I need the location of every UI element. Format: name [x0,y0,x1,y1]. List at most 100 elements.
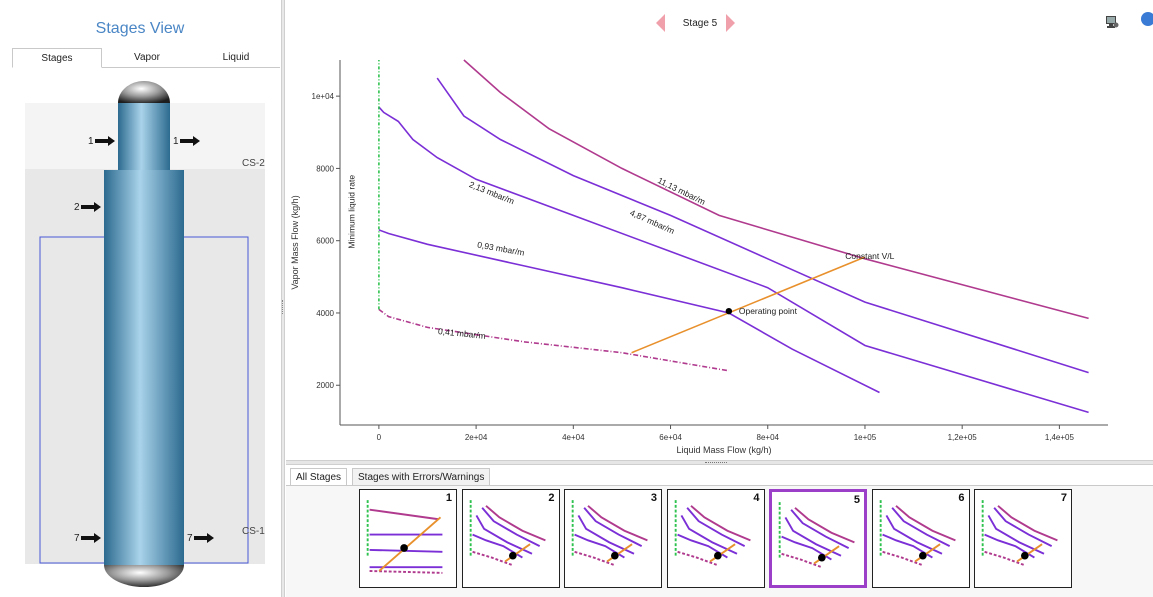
x-tick-label: 1e+05 [854,433,877,442]
thumbnail-series-line [685,507,745,547]
y-axis-label: Vapor Mass Flow (kg/h) [290,195,300,289]
thumbnail-series-line [574,550,616,567]
operating-point-marker [725,307,733,315]
thumbnail-series-line [369,570,443,574]
triangle-right-icon[interactable] [726,14,735,32]
column-bottom-cap [104,565,184,587]
thumbnail-chart [571,500,648,567]
tab-liquid[interactable]: Liquid [192,48,280,68]
series-line-1 [436,77,1089,374]
thumbnail-operating-point [918,551,927,560]
stage-thumbnail-2[interactable]: 2 [461,489,560,588]
monitor-settings-icon[interactable] [1105,15,1119,29]
thumbnail-chart [366,500,443,574]
stages-view-panel: Stages View Stages Vapor Liquid CS-2 CS-… [0,0,280,597]
panel-title: Stages View [95,20,185,37]
series-line-6 [631,256,866,354]
column-bottom-section[interactable] [104,170,184,565]
x-tick-label: 2e+04 [465,433,488,442]
triangle-left-icon[interactable] [656,14,665,32]
x-tick-label: 4e+04 [562,433,585,442]
series-label-1: 4,87 mbar/m [628,207,676,236]
stage-thumbnail-7[interactable]: 7 [974,489,1072,588]
x-tick-label: 1,2e+05 [948,433,978,442]
thumbnail-series-line [890,507,950,547]
stage-thumbnail-5[interactable]: 5 [769,489,867,588]
thumbnail-stage-number: 4 [753,492,760,504]
thumbnail-operating-point [818,553,826,562]
series-line-0 [463,59,1089,320]
stream-label: 1 [173,136,179,147]
x-tick-label: 0 [377,433,382,442]
thumbnail-stage-number: 1 [445,492,452,504]
thumbnail-stage-number: 2 [548,492,555,504]
thumbnail-series-line [790,509,850,549]
section-label-cs1: CS-1 [242,526,265,537]
thumbnail-series-line [471,550,513,567]
thumbnail-stage-number: 5 [853,494,860,506]
thumbnail-stage-number: 7 [1060,492,1067,504]
series-label-0: 11,13 mbar/m [656,175,707,207]
thumbnail-operating-point [400,544,408,552]
x-axis-label: Liquid Mass Flow (kg/h) [676,445,771,455]
thumbnail-series-line [881,550,923,567]
series-line-2 [378,106,1089,414]
series-line-3 [378,229,880,394]
left-tab-bar: Stages Vapor Liquid [12,48,280,68]
info-icon[interactable] [1141,12,1153,26]
thumbnail-operating-point [508,551,517,560]
stages-thumbnail-panel: All Stages Stages with Errors/Warnings 1… [286,466,1153,597]
thumbnail-strip: 1 2 3 4 5 6 7 [286,485,1153,597]
thumbnail-chart [469,500,546,567]
series-label-2: 2,13 mbar/m [468,179,516,206]
thumbnail-series-line [369,508,439,521]
thumbnail-series-line [583,507,643,547]
thumbnail-series-line [676,550,718,567]
x-tick-label: 1,4e+05 [1045,433,1075,442]
column-top-section[interactable] [118,102,170,170]
chart-svg: 0 2e+04 4e+04 6e+04 8e+04 1e+05 1,2e+05 1,4e+05… [290,59,1108,455]
thumbnail-series-line [993,507,1053,547]
thumbnail-chart [674,500,751,567]
stream-label: 1 [88,136,94,147]
main-chart-area: Stage 5 0 2e+04 4e+04 6e+04 8e+04 1e+05 1,2e+0… [286,0,1153,460]
column-svg: CS-2 CS-1 1 1 2 7 7 [25,81,265,587]
series-label-5: Minimum liquid rate [347,175,357,249]
y-tick-label: 6000 [316,237,334,246]
thumbnail-series-line [781,552,823,569]
series-label-4: 0,41 mbar/m [438,326,487,341]
stream-label: 7 [74,533,80,544]
thumbnail-operating-point [1021,551,1029,560]
thumbnail-chart [981,500,1058,567]
stream-label: 2 [74,202,80,213]
thumbnail-operating-line [378,516,442,572]
x-tick-label: 6e+04 [659,433,682,442]
operating-point-label: Operating point [739,306,798,316]
thumbnail-stage-number: 3 [650,492,657,504]
column-diagram: CS-2 CS-1 1 1 2 7 7 [0,70,280,597]
tab-all-stages[interactable]: All Stages [290,468,348,486]
y-tick-label: 4000 [316,309,334,318]
column-top-cap [118,81,170,103]
thumbnail-series-line [480,507,540,547]
stage-thumbnail-6[interactable]: 6 [871,489,970,588]
thumbnail-chart [879,500,956,567]
horizontal-splitter[interactable] [286,460,1153,465]
stage-thumbnail-1[interactable]: 1 [359,489,457,588]
stream-label: 7 [187,533,193,544]
stage-label: Stage 5 [682,18,718,29]
thumbnail-operating-point [611,551,619,560]
series-label-6: Constant V/L [845,251,894,261]
thumbnail-operating-point [713,551,722,560]
vertical-splitter[interactable] [281,0,285,597]
thumbnail-series-line [984,550,1026,567]
y-tick-label: 1e+04 [312,92,335,101]
thumbnail-stage-number: 6 [958,492,965,504]
stage-thumbnail-3[interactable]: 3 [564,489,662,588]
series-line-4 [378,308,730,372]
stage-thumbnail-4[interactable]: 4 [666,489,765,588]
tab-stages[interactable]: Stages [12,48,102,68]
y-tick-label: 2000 [316,381,334,390]
tab-stages-with-errors[interactable]: Stages with Errors/Warnings [352,468,491,486]
tab-vapor[interactable]: Vapor [102,48,192,68]
